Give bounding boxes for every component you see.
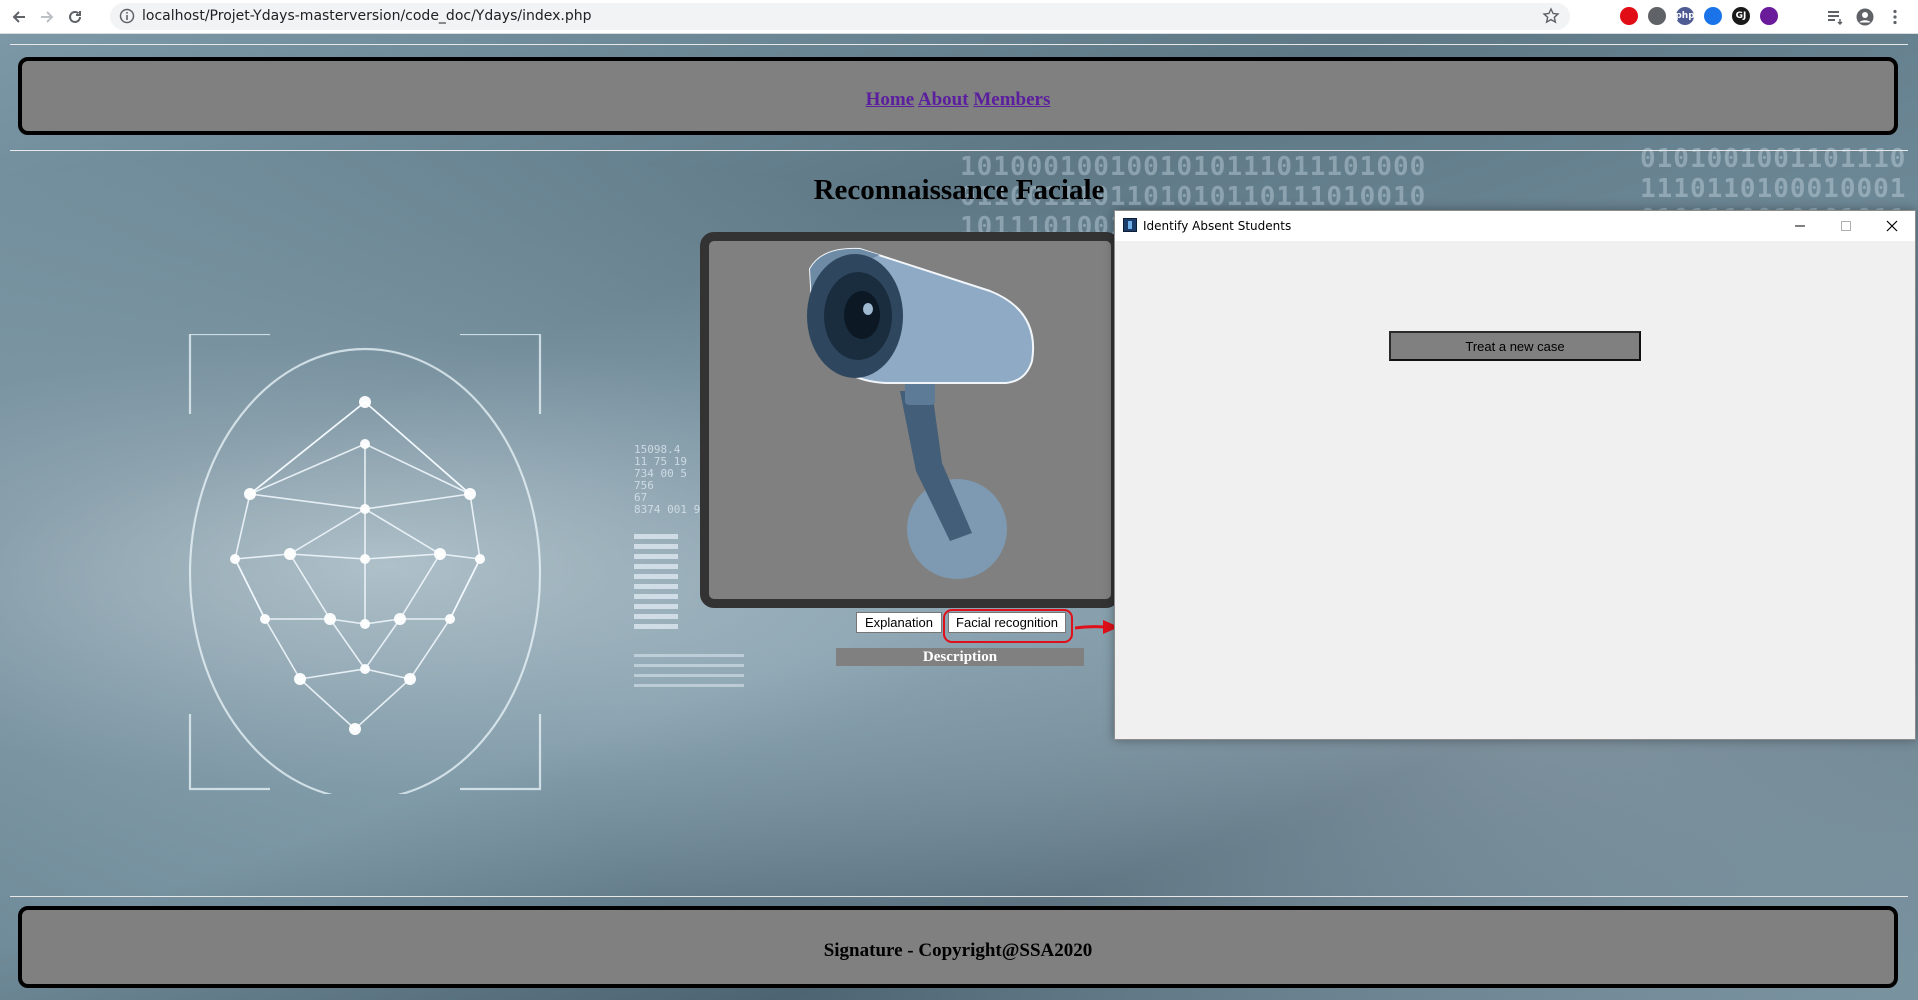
explanation-button[interactable]: Explanation [856,612,942,633]
back-arrow-icon[interactable] [8,6,30,28]
security-camera-image [807,247,1035,579]
description-label: Description [836,648,1084,666]
face-mesh-illustration [188,334,542,794]
purple-extension-icon[interactable] [1760,7,1778,25]
minimize-icon[interactable] [1777,211,1823,241]
url-text: localhost/Projet-Ydays-masterversion/cod… [142,8,592,24]
page-title: Reconnaissance Faciale [813,174,1105,206]
footer-divider [10,896,1908,897]
screen-digits: 15098.4 11 75 19 734 00 5 756 67 8374 001 9 [634,444,700,516]
window-title-bar[interactable]: Identify Absent Students [1115,211,1915,241]
bookmark-star-icon[interactable] [1542,7,1560,25]
header-divider [10,150,1908,151]
profile-avatar-icon[interactable] [1854,6,1876,28]
highlight-circle [943,609,1073,643]
close-icon[interactable] [1869,211,1915,241]
nav-link-about[interactable]: About [918,89,969,110]
check-extension-icon[interactable] [1704,7,1722,25]
nav-link-home[interactable]: Home [866,89,915,110]
reading-list-icon[interactable] [1824,6,1846,28]
screen-digit-line: 8374 001 9 [634,503,701,516]
nav-menu: Home About Members [22,89,1894,111]
header-box: Home About Members [18,57,1898,135]
info-icon[interactable] [119,8,135,24]
window-title: Identify Absent Students [1143,219,1292,233]
gj-extension-icon[interactable]: GJ [1732,7,1750,25]
address-bar[interactable]: localhost/Projet-Ydays-masterversion/cod… [110,3,1570,30]
forward-arrow-icon[interactable] [36,6,58,28]
top-divider [10,44,1908,45]
treat-new-case-button[interactable]: Treat a new case [1389,331,1641,361]
reload-icon[interactable] [64,6,86,28]
footer-box: Signature - Copyright@SSA2020 [18,906,1898,988]
screen-lines [634,654,744,694]
maximize-icon[interactable] [1823,211,1869,241]
more-menu-icon[interactable] [1884,6,1906,28]
opera-extension-icon[interactable] [1620,7,1638,25]
screen-bars [634,534,678,634]
nav-link-members[interactable]: Members [973,89,1050,110]
camera-image-frame [700,232,1120,608]
footer-signature: Signature - Copyright@SSA2020 [823,940,1093,961]
php-extension-icon[interactable]: php [1675,7,1695,25]
app-icon [1123,218,1137,232]
globe-extension-icon[interactable] [1648,7,1666,25]
identify-absent-students-window: Identify Absent Students Treat a new cas… [1114,210,1916,740]
